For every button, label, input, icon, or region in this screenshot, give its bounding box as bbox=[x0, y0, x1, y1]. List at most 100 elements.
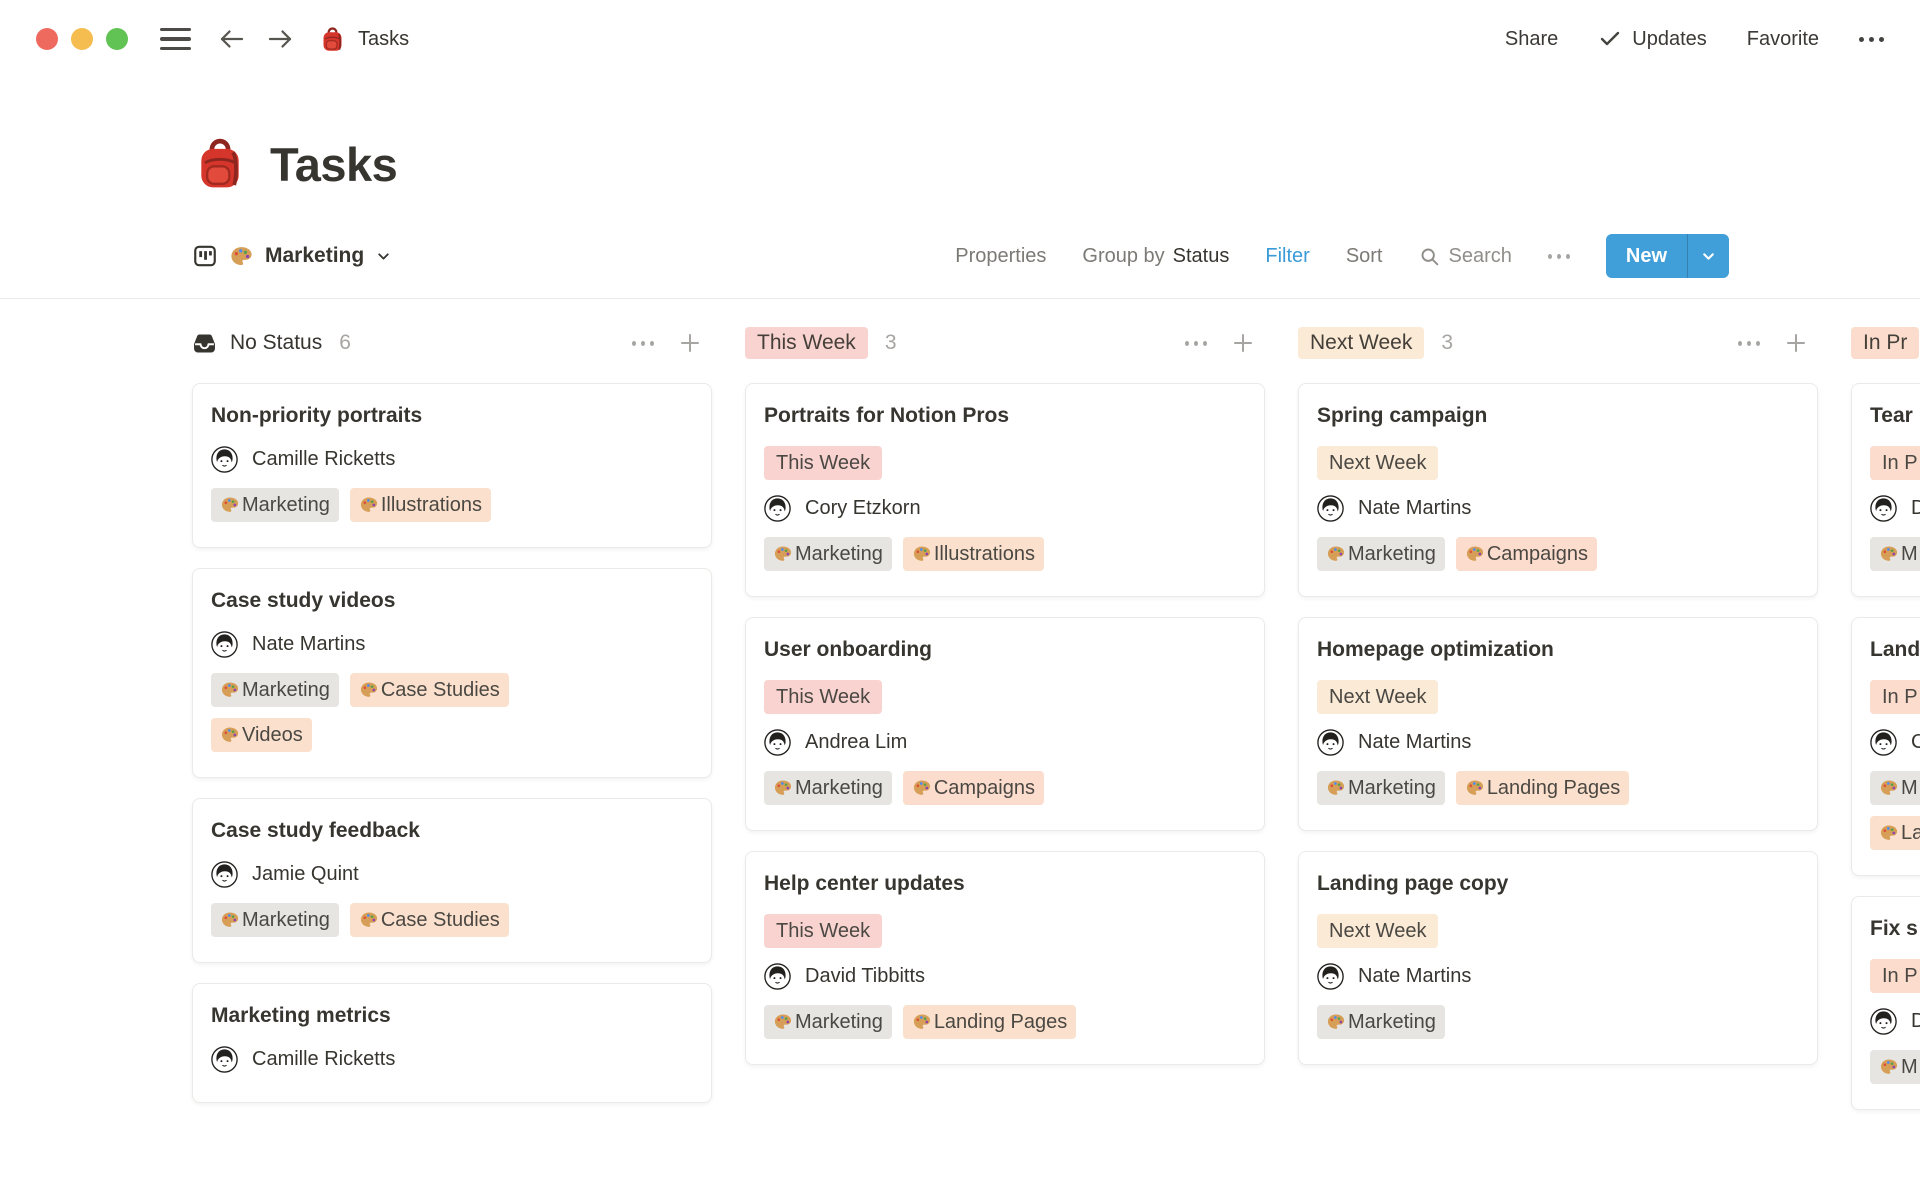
task-card[interactable]: Spring campaignNext WeekNate MartinsMark… bbox=[1298, 383, 1818, 597]
palette-icon bbox=[1326, 544, 1346, 564]
view-more-button[interactable] bbox=[1548, 245, 1570, 267]
column-more-button[interactable] bbox=[632, 332, 654, 354]
column-add-button[interactable] bbox=[1231, 331, 1255, 355]
sidebar-menu-icon[interactable] bbox=[160, 28, 191, 51]
task-card[interactable]: User onboardingThis WeekAndrea LimMarket… bbox=[745, 617, 1265, 831]
palette-icon bbox=[1879, 544, 1899, 564]
palette-icon bbox=[1879, 1057, 1899, 1077]
task-card[interactable]: Fix sIn PDM bbox=[1851, 896, 1920, 1110]
card-tag-row: M bbox=[1870, 1050, 1920, 1084]
task-card[interactable]: Case study feedbackJamie QuintMarketingC… bbox=[192, 798, 712, 963]
updates-button[interactable]: Updates bbox=[1598, 27, 1707, 51]
card-assignee: Camille Ricketts bbox=[211, 1046, 693, 1073]
back-arrow-icon[interactable] bbox=[217, 24, 247, 54]
task-card[interactable]: Case study videosNate MartinsMarketingCa… bbox=[192, 568, 712, 778]
tag-label: Landing Pages bbox=[934, 1011, 1067, 1034]
assignee-name: Nate Martins bbox=[1358, 965, 1471, 988]
tag-chip: Marketing bbox=[211, 903, 339, 937]
palette-icon bbox=[1326, 778, 1346, 798]
view-switcher[interactable]: Marketing bbox=[192, 243, 392, 269]
avatar bbox=[1870, 495, 1897, 522]
board-view-icon bbox=[192, 243, 218, 269]
tag-label: Marketing bbox=[1348, 543, 1436, 566]
card-tag-row: Marketing bbox=[1317, 1005, 1799, 1039]
task-card[interactable]: Portraits for Notion ProsThis WeekCory E… bbox=[745, 383, 1265, 597]
tag-chip: Marketing bbox=[211, 673, 339, 707]
palette-icon bbox=[773, 544, 793, 564]
status-label: This Week bbox=[776, 452, 870, 475]
column-actions bbox=[1738, 331, 1808, 355]
avatar bbox=[211, 861, 238, 888]
card-status-row: This Week bbox=[764, 680, 1246, 714]
status-chip: This Week bbox=[764, 446, 882, 480]
new-button[interactable]: New bbox=[1606, 234, 1729, 278]
check-icon bbox=[1598, 27, 1622, 51]
task-card[interactable]: LandIn PCMLa bbox=[1851, 617, 1920, 876]
new-dropdown-button[interactable] bbox=[1687, 234, 1729, 278]
filter-button[interactable]: Filter bbox=[1265, 245, 1309, 268]
card-assignee: D bbox=[1870, 495, 1920, 522]
tag-chip: La bbox=[1870, 816, 1920, 850]
task-card[interactable]: Marketing metricsCamille Ricketts bbox=[192, 983, 712, 1103]
zoom-window-button[interactable] bbox=[106, 28, 128, 50]
task-card[interactable]: Non-priority portraitsCamille RickettsMa… bbox=[192, 383, 712, 548]
sort-button[interactable]: Sort bbox=[1346, 245, 1383, 268]
status-chip: Next Week bbox=[1317, 446, 1438, 480]
column-add-button[interactable] bbox=[678, 331, 702, 355]
card-assignee: C bbox=[1870, 729, 1920, 756]
column-title-badge[interactable]: This Week bbox=[745, 327, 868, 359]
card-assignee: Jamie Quint bbox=[211, 861, 693, 888]
page-backpack-icon[interactable] bbox=[192, 136, 248, 192]
column-title[interactable]: No Status bbox=[192, 331, 322, 356]
palette-icon bbox=[912, 544, 932, 564]
card-status-row: In P bbox=[1870, 959, 1920, 993]
column-more-button[interactable] bbox=[1738, 332, 1760, 354]
properties-button[interactable]: Properties bbox=[955, 245, 1046, 268]
group-by-button[interactable]: Group by Status bbox=[1082, 245, 1229, 268]
palette-icon bbox=[359, 910, 379, 930]
tag-label: Marketing bbox=[242, 909, 330, 932]
forward-arrow-icon[interactable] bbox=[265, 24, 295, 54]
column-more-button[interactable] bbox=[1185, 332, 1207, 354]
card-title: Tear bbox=[1870, 404, 1920, 428]
tag-chip: Case Studies bbox=[350, 673, 509, 707]
column-title-badge[interactable]: Next Week bbox=[1298, 327, 1424, 359]
task-card[interactable]: Help center updatesThis WeekDavid Tibbit… bbox=[745, 851, 1265, 1065]
status-chip: In P bbox=[1870, 959, 1920, 993]
board-column: Next Week 3 Spring campaignNext WeekNate M… bbox=[1298, 325, 1818, 1085]
breadcrumb[interactable]: Tasks bbox=[319, 26, 409, 53]
column-count: 3 bbox=[885, 331, 897, 355]
card-title: Help center updates bbox=[764, 872, 1246, 896]
tag-chip: M bbox=[1870, 1050, 1920, 1084]
avatar bbox=[764, 963, 791, 990]
window-titlebar: Tasks Share Updates Favorite bbox=[0, 0, 1920, 78]
task-card[interactable]: TearIn PDM bbox=[1851, 383, 1920, 597]
task-card[interactable]: Landing page copyNext WeekNate MartinsMa… bbox=[1298, 851, 1818, 1065]
tag-chip: Illustrations bbox=[350, 488, 491, 522]
favorite-button[interactable]: Favorite bbox=[1747, 28, 1819, 51]
palette-icon bbox=[912, 1012, 932, 1032]
column-add-button[interactable] bbox=[1784, 331, 1808, 355]
tag-label: M bbox=[1901, 777, 1918, 800]
palette-icon bbox=[220, 910, 240, 930]
column-count: 3 bbox=[1441, 331, 1453, 355]
status-label: This Week bbox=[776, 920, 870, 943]
assignee-name: D bbox=[1911, 1010, 1920, 1033]
status-chip: Next Week bbox=[1317, 914, 1438, 948]
tag-chip: M bbox=[1870, 771, 1920, 805]
chevron-down-icon bbox=[1700, 248, 1717, 265]
share-button[interactable]: Share bbox=[1505, 28, 1558, 51]
more-options-button[interactable] bbox=[1859, 37, 1884, 42]
task-card[interactable]: Homepage optimizationNext WeekNate Marti… bbox=[1298, 617, 1818, 831]
palette-icon bbox=[773, 1012, 793, 1032]
close-window-button[interactable] bbox=[36, 28, 58, 50]
search-button[interactable]: Search bbox=[1419, 245, 1512, 268]
palette-icon bbox=[229, 244, 254, 269]
card-assignee: Andrea Lim bbox=[764, 729, 1246, 756]
page-title: Tasks bbox=[270, 137, 397, 192]
backpack-icon bbox=[319, 26, 346, 53]
board-column: This Week 3 Portraits for Notion ProsThis … bbox=[745, 325, 1265, 1085]
new-button-label[interactable]: New bbox=[1606, 234, 1687, 278]
column-title-badge[interactable]: In Pr bbox=[1851, 327, 1919, 359]
minimize-window-button[interactable] bbox=[71, 28, 93, 50]
